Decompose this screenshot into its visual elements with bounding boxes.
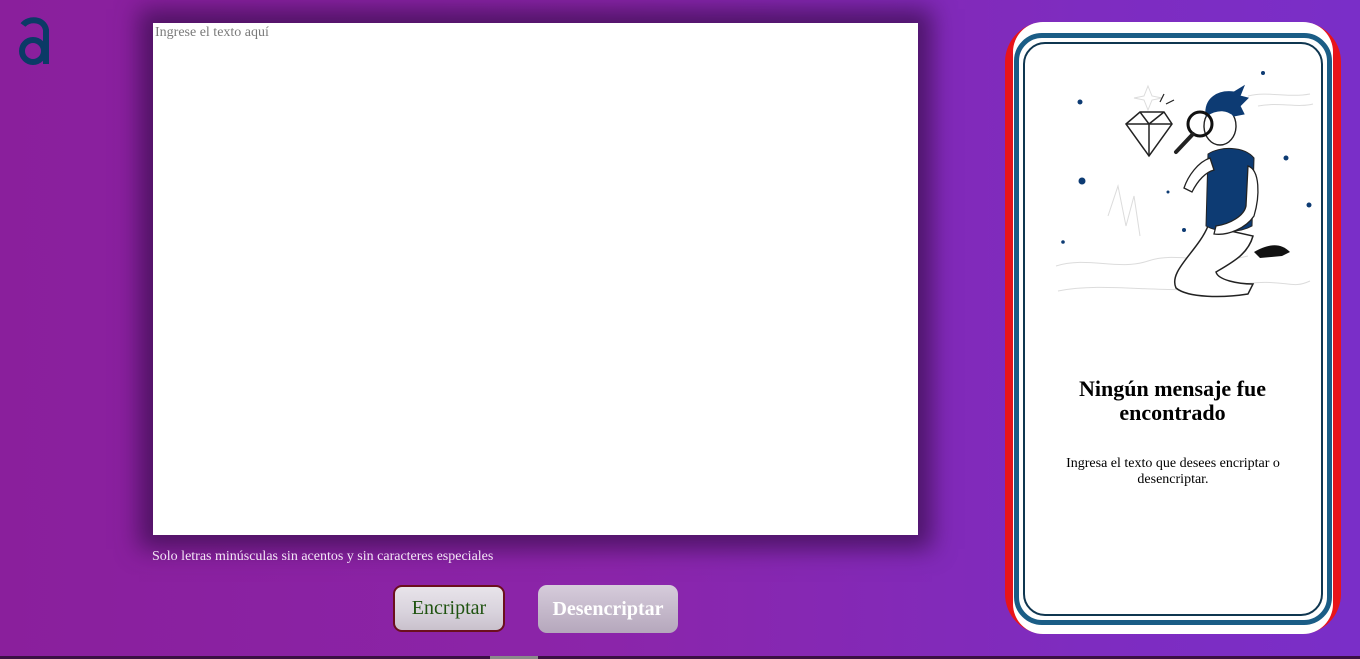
output-description: Ingresa el texto que desees encriptar o … [1066, 456, 1280, 487]
encrypt-button[interactable]: Encriptar [393, 585, 505, 632]
text-input-container [153, 23, 918, 535]
text-input[interactable] [153, 23, 918, 535]
decrypt-button[interactable]: Desencriptar [538, 585, 678, 633]
output-title: Ningún mensaje fue encontrado [1078, 376, 1266, 425]
person-with-magnifying-glass-icon [1055, 71, 1314, 298]
input-hint: Solo letras minúsculas sin acentos y sin… [152, 549, 494, 564]
alura-logo-icon [19, 17, 49, 65]
